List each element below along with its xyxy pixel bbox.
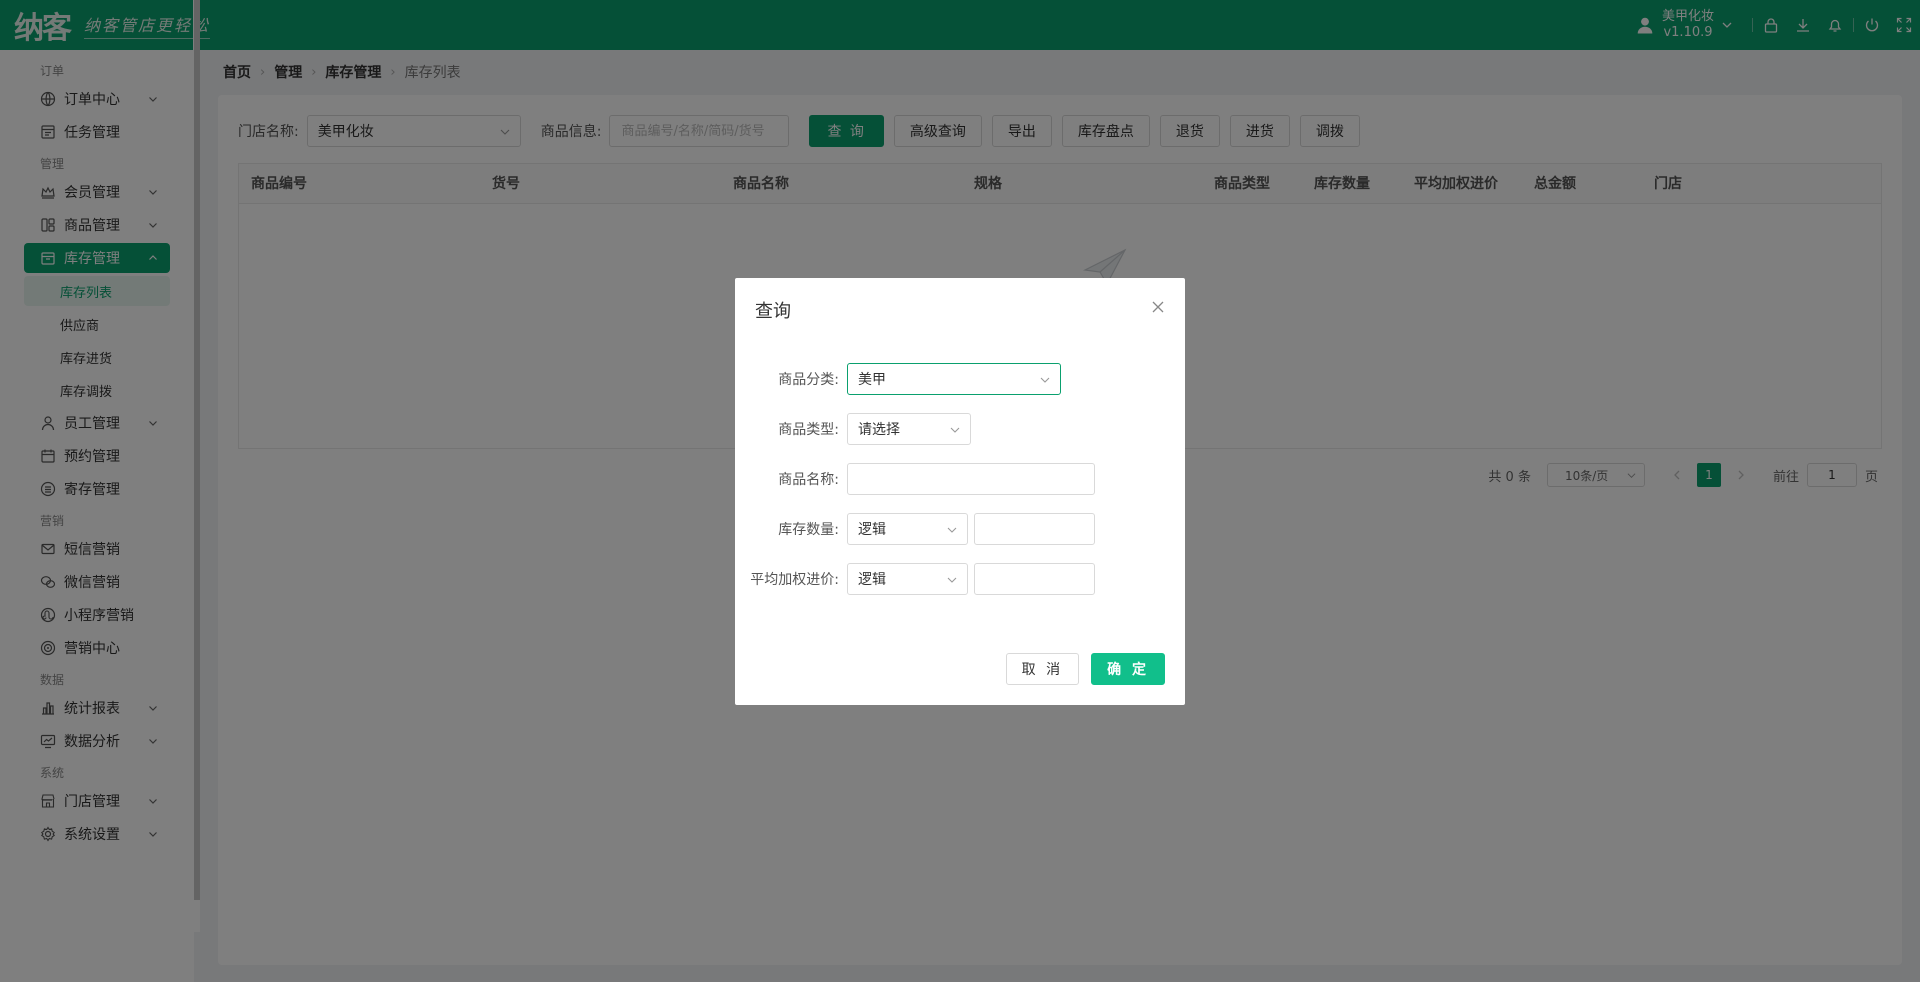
chevron-down-icon [950, 427, 960, 433]
category-value: 美甲 [858, 372, 886, 388]
stock-logic-select[interactable]: 逻辑 [847, 513, 968, 545]
name-row: 商品名称: [735, 463, 1185, 495]
avgprice-row: 平均加权进价: 逻辑 [735, 563, 1185, 595]
goods-name-input[interactable] [847, 463, 1095, 495]
category-row: 商品分类: 美甲 [735, 363, 1185, 395]
cancel-button[interactable]: 取 消 [1005, 653, 1080, 685]
avgprice-value-input[interactable] [974, 563, 1095, 595]
avgprice-logic-value: 逻辑 [858, 572, 886, 588]
stock-label: 库存数量: [778, 522, 839, 538]
avgprice-logic-select[interactable]: 逻辑 [847, 563, 968, 595]
category-select[interactable]: 美甲 [847, 363, 1061, 395]
type-value: 请选择 [858, 422, 900, 438]
chevron-down-icon [947, 527, 957, 533]
type-row: 商品类型: 请选择 [735, 413, 1185, 445]
stock-logic-value: 逻辑 [858, 522, 886, 538]
close-icon[interactable] [1151, 300, 1165, 314]
avgprice-label: 平均加权进价: [750, 572, 839, 588]
name-label: 商品名称: [778, 472, 839, 488]
stock-row: 库存数量: 逻辑 [735, 513, 1185, 545]
type-select[interactable]: 请选择 [847, 413, 971, 445]
confirm-button[interactable]: 确 定 [1091, 653, 1165, 685]
chevron-down-icon [947, 577, 957, 583]
stock-value-input[interactable] [974, 513, 1095, 545]
dialog-title: 查询 [755, 301, 791, 322]
type-label: 商品类型: [778, 422, 839, 438]
chevron-down-icon [1040, 377, 1050, 383]
dialog-footer: 取 消 确 定 [994, 653, 1165, 685]
query-dialog: 查询 商品分类: 美甲 商品类型: 请选择 商品名称: 库存数量: 逻辑 平均加… [735, 278, 1185, 705]
category-label: 商品分类: [778, 372, 839, 388]
